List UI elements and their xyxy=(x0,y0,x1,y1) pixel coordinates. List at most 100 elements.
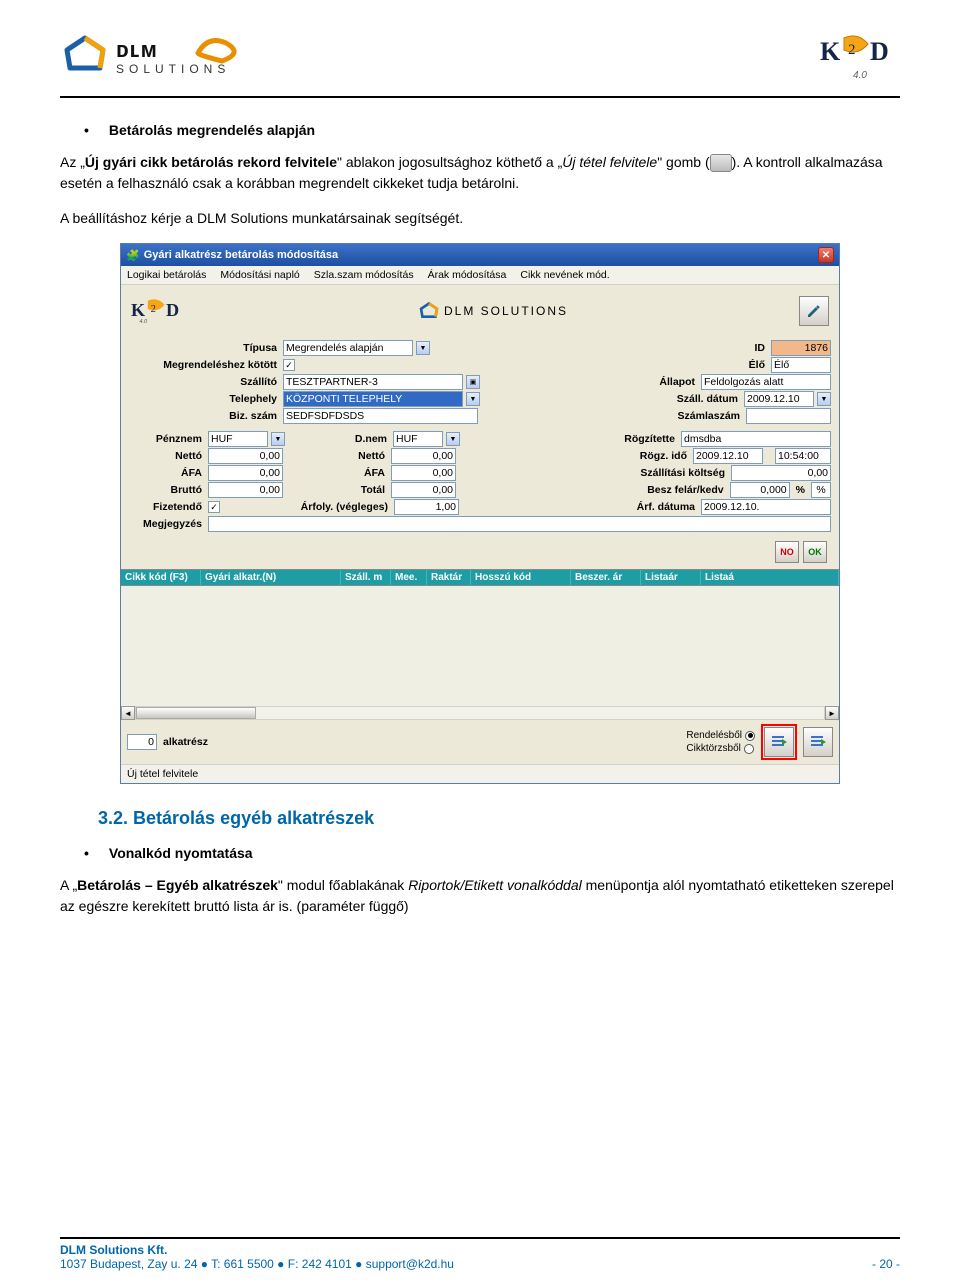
col-cikkkod[interactable]: Cikk kód (F3) xyxy=(121,570,201,585)
fld-bizszam[interactable]: SEDFSDFDSDS xyxy=(283,408,478,424)
svg-text:ᴅʟᴍ: ᴅʟᴍ xyxy=(116,37,158,62)
section-heading: 3.2. Betárolás egyéb alkatrészek xyxy=(98,808,900,829)
col-gyari[interactable]: Gyári alkatr.(N) xyxy=(201,570,341,585)
lbl-afa1: ÁFA xyxy=(129,467,204,479)
para-1: Az „Új gyári cikk betárolás rekord felvi… xyxy=(60,152,900,194)
horizontal-scrollbar[interactable]: ◄ ► xyxy=(121,706,839,720)
bullet-1: • Betárolás megrendelés alapján xyxy=(60,122,900,138)
fld-arfoly[interactable]: 1,00 xyxy=(394,499,459,515)
chevron-down-icon[interactable]: ▼ xyxy=(416,341,430,355)
fld-szallito[interactable]: TESZTPARTNER-3 xyxy=(283,374,463,390)
chevron-down-icon[interactable]: ▣ xyxy=(466,375,480,389)
lbl-szallito: Szállító xyxy=(129,376,279,388)
para-3: A „Betárolás – Egyéb alkatrészek" modul … xyxy=(60,875,900,917)
menu-arak[interactable]: Árak módosítása xyxy=(428,269,507,281)
fld-telephely[interactable]: KÖZPONTI TELEPHELY xyxy=(283,391,463,407)
svg-text:K: K xyxy=(820,37,841,66)
lbl-tipusa: Típusa xyxy=(129,342,279,354)
fld-brutto[interactable]: 0,00 xyxy=(208,482,283,498)
window-title: Gyári alkatrész betárolás módosítása xyxy=(144,249,338,261)
fld-afa1[interactable]: 0,00 xyxy=(208,465,283,481)
fld-rogzido-time: 10:54:00 xyxy=(775,448,831,464)
scroll-left-icon[interactable]: ◄ xyxy=(121,706,135,720)
fld-total[interactable]: 0,00 xyxy=(391,482,456,498)
lbl-szallkts: Szállítási költség xyxy=(607,467,727,479)
menu-cikknev[interactable]: Cikk nevének mód. xyxy=(520,269,609,281)
fld-tipusa[interactable]: Megrendelés alapján xyxy=(283,340,413,356)
page-footer: DLM Solutions Kft. 1037 Budapest, Zay u.… xyxy=(60,1237,900,1271)
col-beszer[interactable]: Beszer. ár xyxy=(571,570,641,585)
fld-afa2[interactable]: 0,00 xyxy=(391,465,456,481)
lbl-arfoly: Árfoly. (végleges) xyxy=(290,501,390,513)
fld-id: 1876 xyxy=(771,340,831,356)
grid-body xyxy=(121,586,839,706)
col-lista2[interactable]: Listaá xyxy=(701,570,839,585)
bullet-2: • Vonalkód nyomtatása xyxy=(60,845,900,861)
fld-rogzido-date: 2009.12.10 xyxy=(693,448,763,464)
fld-allapot: Feldolgozás alatt xyxy=(701,374,831,390)
pct-label: % xyxy=(794,484,807,496)
fld-megj[interactable] xyxy=(208,516,831,532)
count-label: alkatrész xyxy=(163,736,208,748)
bullet-1-text: Betárolás megrendelés alapján xyxy=(109,122,315,138)
fld-arfdatum[interactable]: 2009.12.10. xyxy=(701,499,831,515)
lbl-penznem: Pénznem xyxy=(129,433,204,445)
form-area: Típusa Megrendelés alapján ▼ ID 1876 Meg… xyxy=(121,336,839,569)
fld-szalldatum[interactable]: 2009.12.10 xyxy=(744,391,814,407)
menu-szlaszam[interactable]: Szla.szam módosítás xyxy=(314,269,414,281)
chk-fizetendo[interactable]: ✓ xyxy=(208,501,220,513)
lbl-fizetendo: Fizetendő xyxy=(129,501,204,513)
add-from-list-button-2[interactable] xyxy=(803,727,833,757)
lbl-netto1: Nettó xyxy=(129,450,204,462)
k2d-small-logo: K 2 D 4.0 xyxy=(131,293,187,328)
fld-dnem[interactable]: HUF xyxy=(393,431,443,447)
fld-rogz: dmsdba xyxy=(681,431,831,447)
scroll-right-icon[interactable]: ► xyxy=(825,706,839,720)
fld-szamlaszam[interactable] xyxy=(746,408,831,424)
list-icon xyxy=(710,154,732,172)
col-raktar[interactable]: Raktár xyxy=(427,570,471,585)
col-hosszu[interactable]: Hosszú kód xyxy=(471,570,571,585)
svg-text:2: 2 xyxy=(151,304,156,315)
lbl-szamlaszam: Számlaszám xyxy=(662,410,742,422)
lbl-dnem: D.nem xyxy=(289,433,389,445)
dlm-small-logo: DLM SOLUTIONS xyxy=(418,301,568,321)
ok-button[interactable]: OK xyxy=(803,541,827,563)
menubar: Logikai betárolás Módosítási napló Szla.… xyxy=(121,266,839,285)
radio-rendelesbol[interactable]: Rendelésből xyxy=(686,730,755,741)
no-button[interactable]: NO xyxy=(775,541,799,563)
chk-megrend[interactable]: ✓ xyxy=(283,359,295,371)
footer-address: 1037 Budapest, Zay u. 24 ● T: 661 5500 ●… xyxy=(60,1257,454,1271)
menu-logikai[interactable]: Logikai betárolás xyxy=(127,269,206,281)
col-szallm[interactable]: Száll. m xyxy=(341,570,391,585)
menu-modositasi[interactable]: Módosítási napló xyxy=(220,269,299,281)
dlm-logo: ᴅʟᴍ SOLUTIONS xyxy=(60,33,316,77)
fld-szallkts[interactable]: 0,00 xyxy=(731,465,831,481)
svg-text:SOLUTIONS: SOLUTIONS xyxy=(116,62,230,76)
col-mee[interactable]: Mee. xyxy=(391,570,427,585)
svg-text:D: D xyxy=(166,300,179,320)
para-2: A beállításhoz kérje a DLM Solutions mun… xyxy=(60,208,900,229)
lbl-total: Totál xyxy=(287,484,387,496)
fld-penznem[interactable]: HUF xyxy=(208,431,268,447)
radio-cikktorzsbol[interactable]: Cikktörzsből xyxy=(686,743,755,754)
fld-netto1[interactable]: 0,00 xyxy=(208,448,283,464)
titlebar: 🧩 Gyári alkatrész betárolás módosítása ✕ xyxy=(121,244,839,266)
close-icon[interactable]: ✕ xyxy=(818,247,834,263)
chevron-down-icon[interactable]: ▼ xyxy=(466,392,480,406)
lbl-brutto: Bruttó xyxy=(129,484,204,496)
pct-btn[interactable]: % xyxy=(811,482,831,498)
add-from-list-button[interactable] xyxy=(764,727,794,757)
chevron-down-icon[interactable]: ▼ xyxy=(271,432,285,446)
bullet-2-text: Vonalkód nyomtatása xyxy=(109,845,253,861)
lbl-beszfelar: Besz felár/kedv xyxy=(606,484,726,496)
edit-button[interactable] xyxy=(799,296,829,326)
col-lista1[interactable]: Listaár xyxy=(641,570,701,585)
app-window: 🧩 Gyári alkatrész betárolás módosítása ✕… xyxy=(120,243,840,784)
fld-netto2[interactable]: 0,00 xyxy=(391,448,456,464)
grid-header: Cikk kód (F3) Gyári alkatr.(N) Száll. m … xyxy=(121,569,839,586)
fld-beszfelar[interactable]: 0,000 xyxy=(730,482,790,498)
lbl-afa2: ÁFA xyxy=(287,467,387,479)
chevron-down-icon[interactable]: ▼ xyxy=(446,432,460,446)
chevron-down-icon[interactable]: ▼ xyxy=(817,392,831,406)
